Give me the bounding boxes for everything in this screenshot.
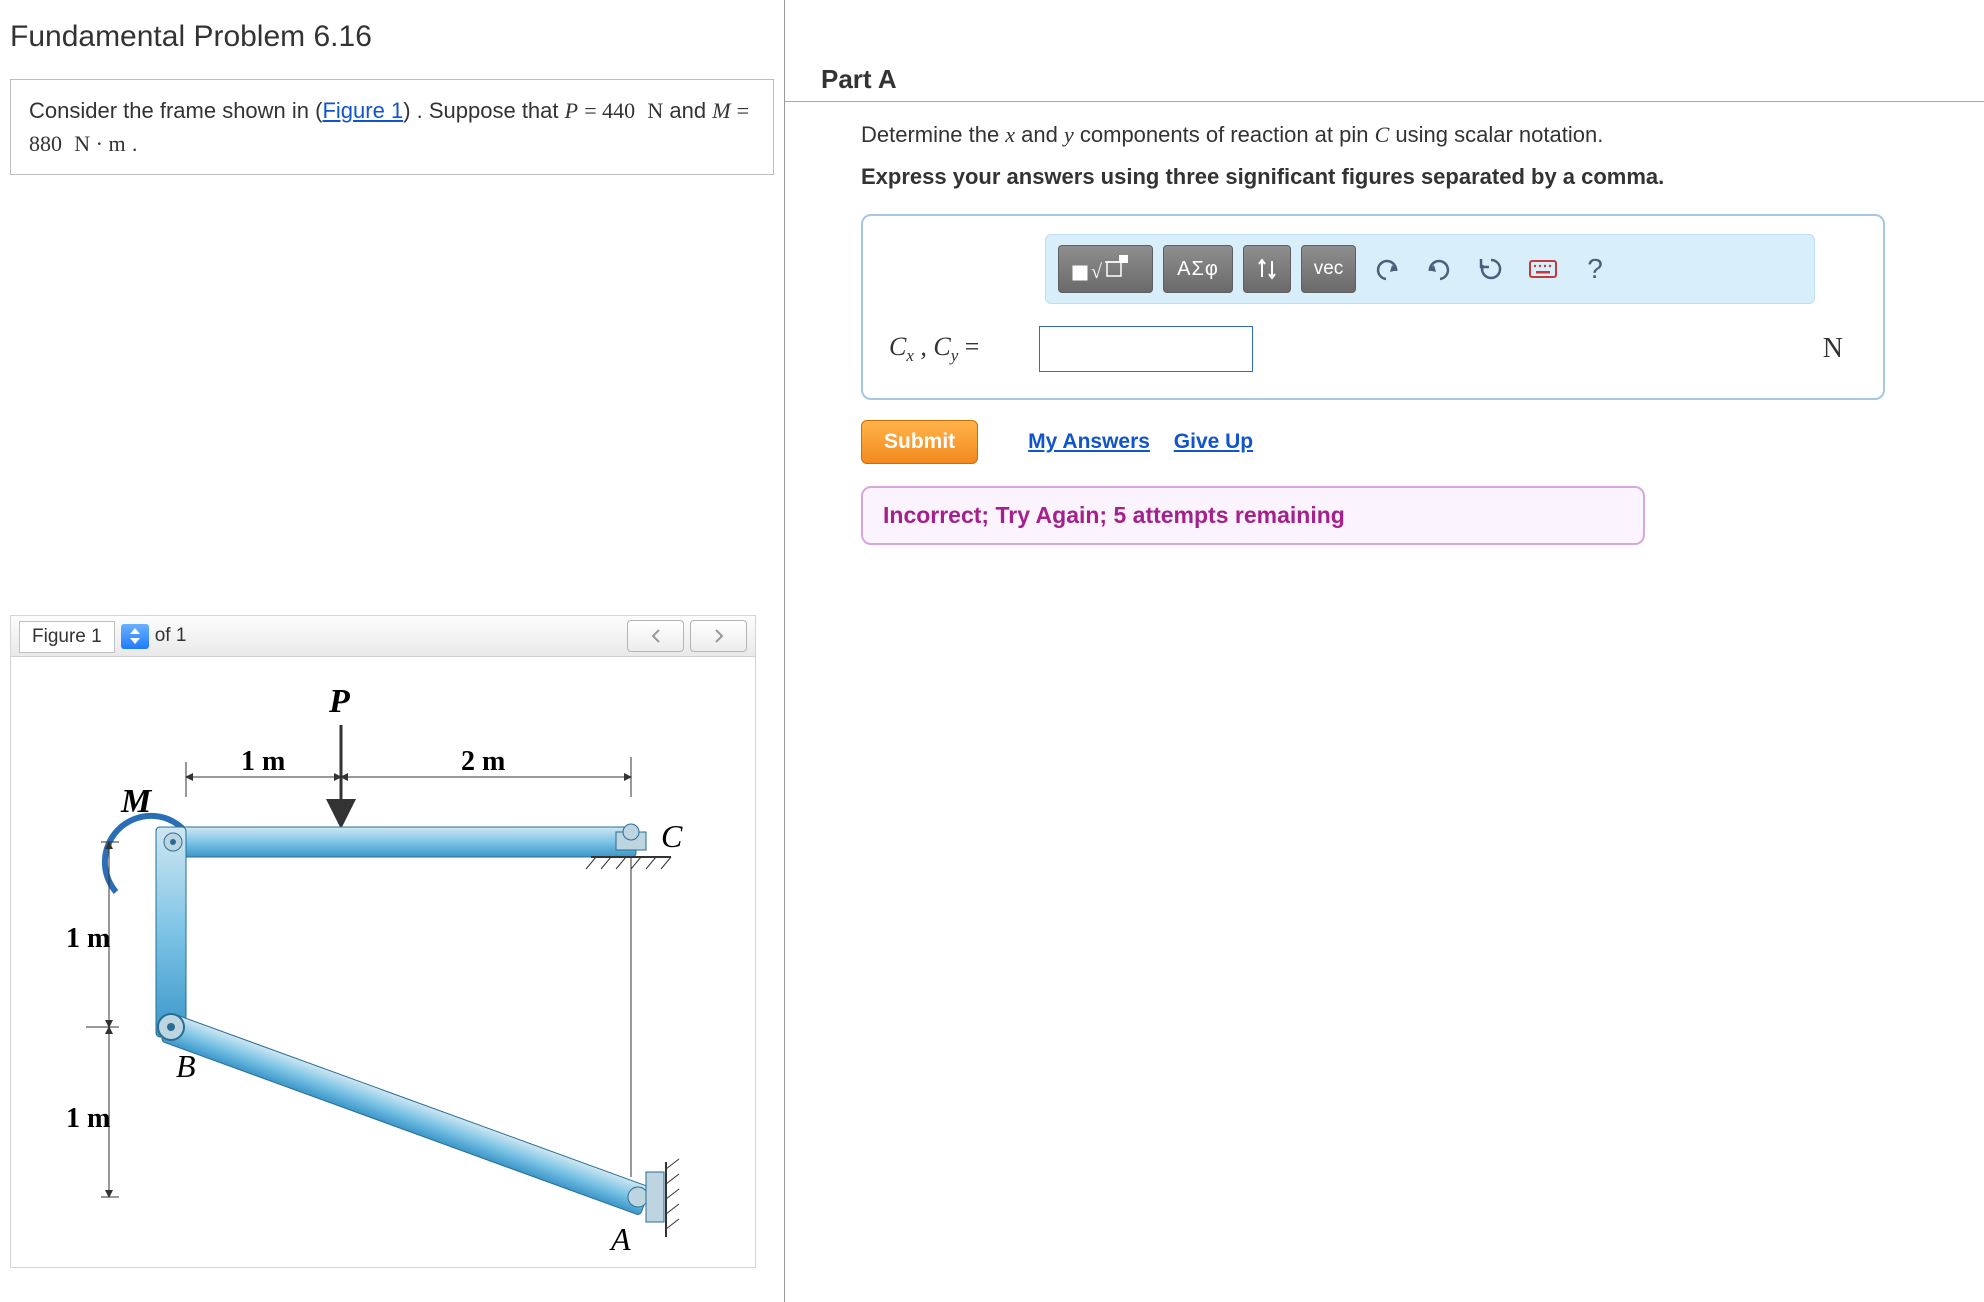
- my-answers-link[interactable]: My Answers: [1028, 430, 1150, 453]
- svg-text:A: A: [609, 1221, 631, 1257]
- svg-text:B: B: [176, 1048, 196, 1084]
- undo-button[interactable]: [1366, 245, 1408, 293]
- updown-icon: [129, 627, 141, 645]
- submit-button[interactable]: Submit: [861, 420, 978, 464]
- give-up-link[interactable]: Give Up: [1174, 430, 1253, 453]
- var-P: P: [565, 98, 578, 123]
- var-M: M: [712, 98, 730, 123]
- figure-prev-button[interactable]: [627, 620, 684, 652]
- svg-text:2 m: 2 m: [461, 746, 505, 777]
- answer-input[interactable]: [1039, 326, 1253, 372]
- svg-text:1 m: 1 m: [66, 1103, 110, 1134]
- figure-tab[interactable]: Figure 1: [19, 621, 115, 653]
- greek-button[interactable]: ΑΣφ: [1163, 245, 1233, 293]
- figure-body: 1 m 2 m P M: [11, 657, 755, 1267]
- q-c: components of reaction at pin: [1074, 122, 1375, 147]
- q-a: Determine the: [861, 122, 1005, 147]
- answer-box: √ ΑΣφ vec: [861, 214, 1885, 400]
- figure-next-button[interactable]: [690, 620, 747, 652]
- templates-button[interactable]: √: [1058, 245, 1153, 293]
- stmt-prefix: Consider the frame shown in (: [29, 98, 322, 123]
- undo-icon: [1374, 257, 1400, 281]
- q-d: using scalar notation.: [1389, 122, 1603, 147]
- unit-M: N · m: [74, 131, 125, 156]
- figure-link[interactable]: Figure 1: [322, 98, 403, 123]
- reset-icon: [1478, 256, 1504, 282]
- keyboard-icon: [1528, 258, 1558, 280]
- stmt-mid: ) . Suppose that: [403, 98, 564, 123]
- unit-label: N: [1823, 333, 1863, 365]
- help-button[interactable]: ?: [1574, 245, 1616, 293]
- unit-P: N: [647, 98, 663, 123]
- problem-title: Fundamental Problem 6.16: [10, 20, 769, 54]
- problem-statement: Consider the frame shown in (Figure 1) .…: [10, 79, 774, 175]
- svg-text:√: √: [1091, 261, 1102, 283]
- figure-card: Figure 1 of 1: [10, 615, 756, 1268]
- figure-header: Figure 1 of 1: [11, 616, 755, 657]
- keyboard-button[interactable]: [1522, 245, 1564, 293]
- redo-icon: [1426, 257, 1452, 281]
- feedback-message: Incorrect; Try Again; 5 attempts remaini…: [861, 486, 1645, 545]
- chevron-left-icon: [650, 629, 662, 643]
- redo-button[interactable]: [1418, 245, 1460, 293]
- svg-text:1 m: 1 m: [66, 923, 110, 954]
- instruction-text: Express your answers using three signifi…: [861, 164, 1954, 190]
- frame-diagram: 1 m 2 m P M: [11, 657, 751, 1267]
- equation-toolbar: √ ΑΣφ vec: [1045, 234, 1815, 304]
- question-text: Determine the x and y components of reac…: [861, 122, 1954, 148]
- figure-selector[interactable]: [121, 624, 149, 649]
- reset-button[interactable]: [1470, 245, 1512, 293]
- val-P: = 440: [584, 98, 635, 123]
- q-y: y: [1064, 122, 1074, 147]
- period: .: [126, 131, 138, 156]
- variable-label: Cx , Cy =: [889, 332, 1039, 366]
- part-heading: Part A: [785, 0, 1984, 102]
- q-cvar: C: [1375, 122, 1390, 147]
- svg-text:P: P: [328, 683, 350, 720]
- vec-button[interactable]: vec: [1301, 245, 1356, 293]
- svg-text:C: C: [661, 818, 683, 854]
- figure-of: of 1: [155, 625, 187, 647]
- arrows-icon: [1255, 255, 1279, 283]
- q-b: and: [1015, 122, 1064, 147]
- q-x: x: [1005, 122, 1015, 147]
- subscript-button[interactable]: [1243, 245, 1291, 293]
- and: and: [663, 98, 712, 123]
- svg-text:1 m: 1 m: [241, 746, 285, 777]
- templates-icon: √: [1069, 252, 1143, 286]
- chevron-right-icon: [713, 629, 725, 643]
